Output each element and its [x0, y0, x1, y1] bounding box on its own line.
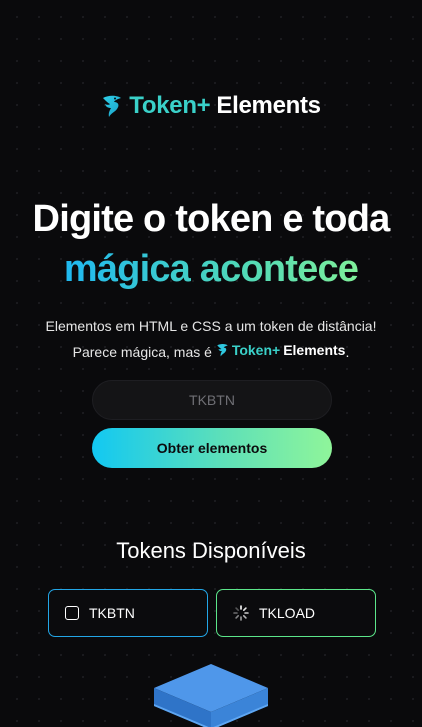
description-suffix: .	[345, 344, 350, 360]
brand-name-part1: Token+	[129, 92, 211, 119]
dolphin-icon	[217, 344, 228, 357]
layers-stack-icon	[154, 664, 268, 727]
token-card-label: TKLOAD	[259, 605, 316, 621]
description-prefix: Parece mágica, mas é	[72, 344, 212, 360]
inline-brand-part1: Token+	[231, 342, 281, 358]
token-card-label: TKBTN	[89, 605, 135, 621]
dolphin-icon	[103, 95, 122, 117]
hero-line-2: mágica acontece	[64, 244, 359, 294]
description-line-2: Parece mágica, mas é Token+ Elements.	[0, 338, 422, 364]
brand-logo[interactable]: Token+ Elements	[0, 92, 422, 120]
hero-heading: Digite o token e toda mágica acontece	[0, 194, 422, 294]
brand-name-part2: Elements	[216, 92, 321, 119]
token-card-tkload[interactable]: TKLOAD	[216, 589, 376, 637]
inline-brand: Token+ Elements	[216, 338, 346, 362]
get-elements-button[interactable]: Obter elementos	[92, 428, 332, 468]
tokens-section-title: Tokens Disponíveis	[116, 538, 306, 563]
token-input[interactable]	[92, 380, 332, 420]
inline-brand-part2: Elements	[283, 342, 346, 358]
hero-line-1: Digite o token e toda	[32, 198, 391, 240]
token-card-tkbtn[interactable]: TKBTN	[48, 589, 208, 637]
description: Elementos em HTML e CSS a um token de di…	[0, 314, 422, 364]
loading-spinner-icon	[233, 605, 249, 621]
description-line-1: Elementos em HTML e CSS a um token de di…	[45, 318, 377, 334]
checkbox-icon	[65, 606, 79, 620]
